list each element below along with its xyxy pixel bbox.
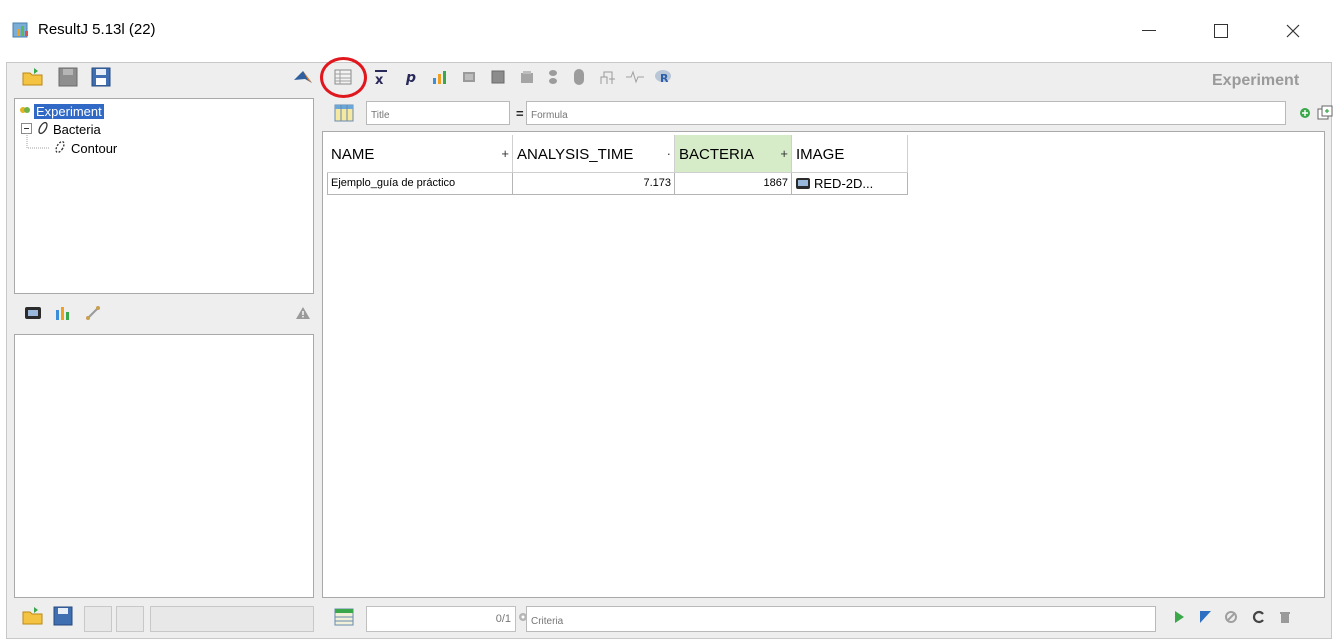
column-header-image[interactable]: IMAGE (792, 135, 908, 173)
row-counter: 0/1 (495, 613, 511, 625)
dendrogram-icon[interactable] (594, 64, 620, 90)
window-title: ResultJ 5.13l (22) (38, 21, 156, 38)
column-header-name[interactable]: NAME + (327, 135, 513, 173)
link-icon[interactable] (80, 300, 106, 326)
sort-toggle[interactable]: + (780, 146, 788, 161)
mean-icon[interactable]: x (368, 64, 394, 90)
formula-input[interactable] (526, 101, 1286, 125)
maximize-button[interactable] (1198, 14, 1244, 48)
blank-button[interactable] (84, 606, 112, 632)
minimize-button[interactable] (1126, 14, 1172, 48)
delete-button[interactable] (1272, 604, 1298, 630)
violin-plot-icon[interactable] (540, 64, 566, 90)
table-cell-image[interactable]: RED-2D... (792, 173, 908, 195)
save-as-button[interactable] (88, 64, 114, 90)
title-input[interactable] (366, 101, 510, 125)
refresh-button[interactable] (1246, 604, 1272, 630)
sort-toggle[interactable]: + (501, 146, 509, 161)
annotation-circle (320, 57, 367, 98)
tree-item-label: Contour (71, 140, 118, 156)
save-icon (55, 64, 81, 90)
experiment-label: Experiment (1212, 72, 1300, 89)
image-viewer-icon[interactable] (20, 300, 46, 326)
experiment-tree[interactable]: Experiment Bacteria Contour (14, 98, 314, 294)
copy-icon[interactable] (1312, 100, 1338, 126)
table-cell-name[interactable]: Ejemplo_guía de práctico (327, 173, 513, 195)
clear-filter-button[interactable] (1218, 604, 1244, 630)
svg-text:x: x (375, 73, 384, 86)
box-plot-icon[interactable] (485, 64, 511, 90)
tree-lines (26, 133, 49, 149)
chart-export-icon[interactable] (50, 300, 76, 326)
capsule-icon[interactable] (566, 64, 592, 90)
signal-icon[interactable] (622, 64, 648, 90)
plot-grey-icon[interactable] (456, 64, 482, 90)
equals-sign: = (516, 106, 524, 121)
open-folder-button[interactable] (20, 64, 46, 90)
close-button[interactable] (1270, 14, 1316, 48)
histogram-icon[interactable] (514, 64, 540, 90)
table-cell-bacteria[interactable]: 1867 (675, 173, 792, 195)
column-header-bacteria[interactable]: BACTERIA + (675, 135, 792, 173)
column-label: ANALYSIS_TIME (517, 146, 634, 163)
p-value-icon[interactable]: p (398, 64, 424, 90)
table-footer-icon[interactable] (331, 604, 357, 630)
title-bar: ResultJ 5.13l (22) (0, 0, 1338, 62)
svg-text:R: R (660, 72, 669, 85)
r-script-icon[interactable]: R (650, 64, 676, 90)
image-icon (795, 177, 811, 193)
blank-button[interactable] (116, 606, 144, 632)
image-label: RED-2D... (814, 176, 874, 191)
open-results-button[interactable] (20, 603, 46, 629)
counter-field: 0/1 (366, 606, 516, 632)
column-label: BACTERIA (679, 146, 755, 163)
run-filter-button[interactable] (1166, 604, 1192, 630)
properties-panel (14, 334, 314, 598)
column-label: IMAGE (796, 146, 845, 163)
flag-filter-button[interactable] (1192, 604, 1218, 630)
column-header-analysis-time[interactable]: ANALYSIS_TIME · (513, 135, 675, 173)
sort-toggle[interactable]: · (667, 146, 671, 161)
app-icon (12, 20, 32, 38)
save-results-button[interactable] (50, 603, 76, 629)
matlab-icon[interactable] (290, 64, 316, 90)
columns-icon[interactable] (331, 100, 357, 126)
bar-chart-icon[interactable] (427, 64, 453, 90)
results-table[interactable]: NAME + ANALYSIS_TIME · BACTERIA + IMAGE … (322, 131, 1325, 598)
status-field (150, 606, 314, 632)
table-cell-analysis-time[interactable]: 7.173 (513, 173, 675, 195)
warning-icon[interactable] (290, 300, 316, 326)
svg-text:p: p (405, 70, 416, 86)
criteria-input[interactable] (526, 606, 1156, 632)
column-label: NAME (331, 146, 375, 163)
